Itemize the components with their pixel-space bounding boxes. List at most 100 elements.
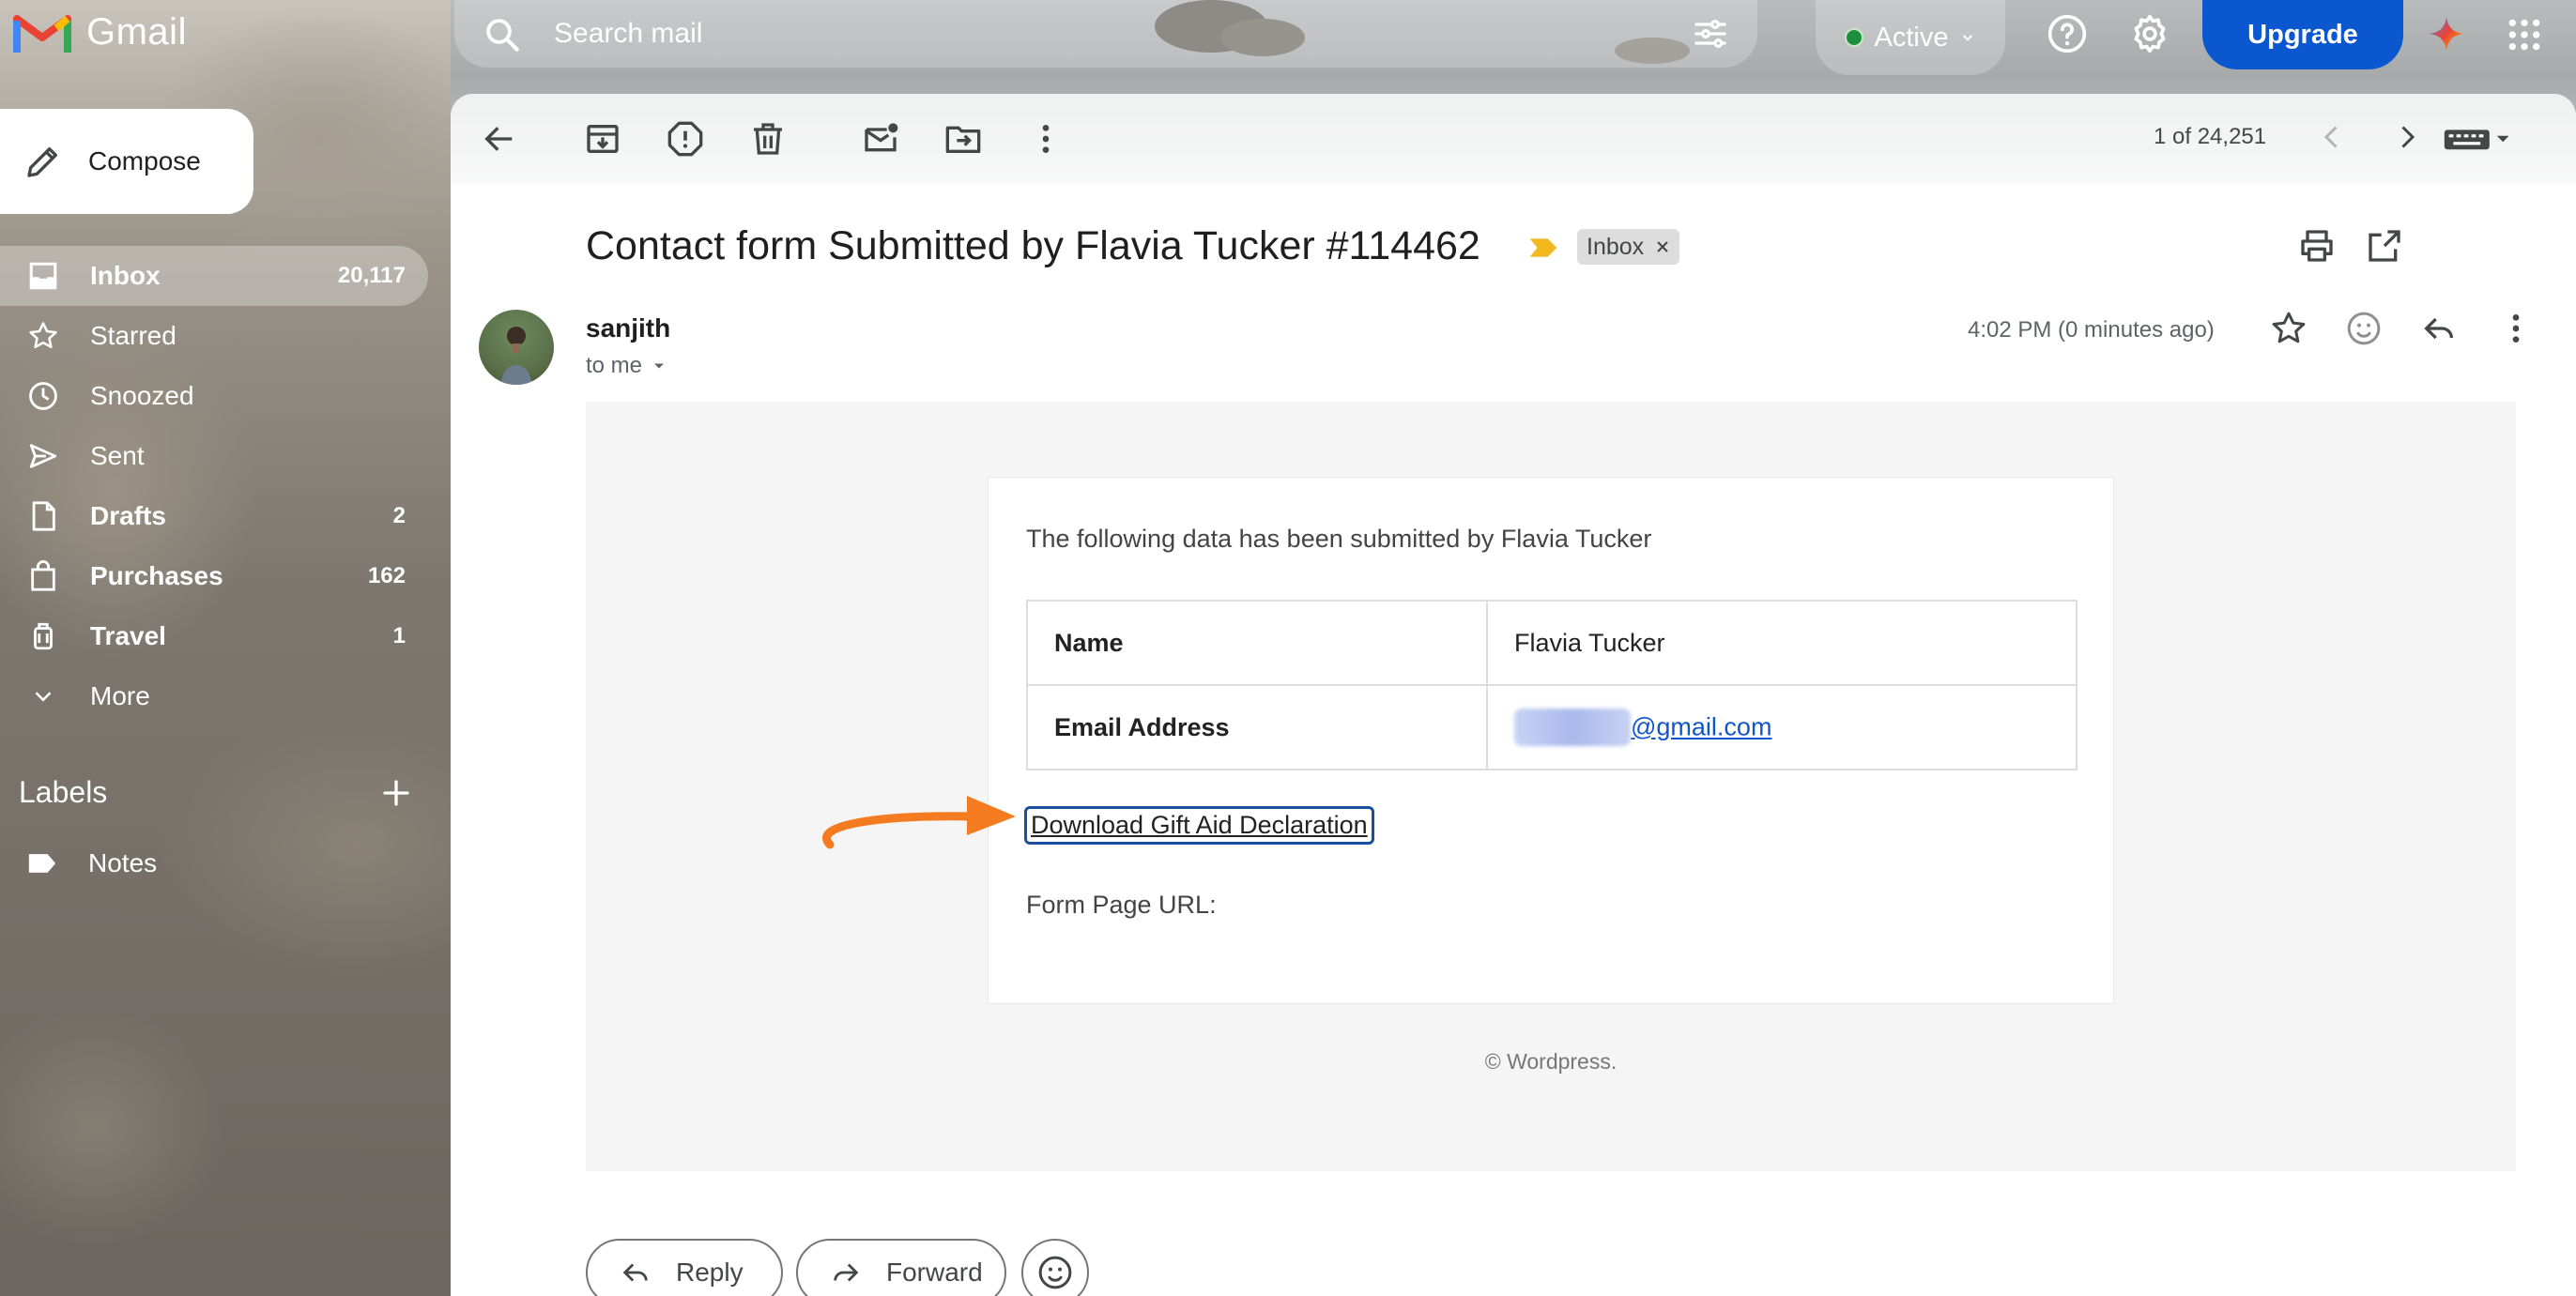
add-label-plus-icon[interactable]: [379, 776, 413, 810]
keyboard-input-icon[interactable]: [2443, 124, 2512, 154]
sidebar-label-notes[interactable]: Notes: [26, 848, 157, 878]
chevron-down-icon: [1963, 35, 1973, 41]
sidebar-item-label: More: [90, 681, 150, 710]
label-name: Notes: [88, 848, 158, 877]
mark-unread-icon[interactable]: [862, 120, 899, 158]
upgrade-button[interactable]: Upgrade: [2202, 0, 2403, 69]
compose-button[interactable]: Compose: [0, 109, 253, 214]
sidebar-item-count: 1: [392, 623, 406, 648]
status-dot-icon: [1844, 28, 1863, 47]
apps-grid-icon[interactable]: [2507, 17, 2542, 53]
reply-button[interactable]: Reply: [586, 1239, 783, 1296]
sidebar-item-label: Sent: [90, 441, 145, 470]
email-link[interactable]: @gmail.com: [1631, 713, 1771, 741]
report-spam-icon[interactable]: [667, 120, 704, 158]
email-content-card: The following data has been submitted by…: [988, 477, 2114, 1004]
star-icon[interactable]: [2270, 310, 2308, 347]
email-footer: © Wordpress.: [1484, 1049, 1618, 1074]
gemini-sparkle-icon[interactable]: [2428, 15, 2465, 53]
recipient-label: to me: [586, 353, 643, 378]
open-in-new-window-icon[interactable]: [2366, 227, 2403, 265]
inbox-icon: [26, 259, 60, 293]
sidebar-item-count: 20,117: [337, 263, 406, 288]
forward-arrow-icon: [834, 1263, 859, 1282]
help-icon[interactable]: [2047, 13, 2088, 54]
message-toolbar: 1 of 24,251: [451, 94, 2576, 184]
status-selector[interactable]: Active: [1816, 0, 2005, 75]
settings-gear-icon[interactable]: [2129, 13, 2170, 54]
search-icon[interactable]: [483, 15, 522, 54]
forward-button[interactable]: Forward: [796, 1239, 1006, 1296]
sidebar-item-snoozed[interactable]: Snoozed: [0, 366, 428, 426]
send-icon: [26, 439, 60, 473]
move-to-folder-icon[interactable]: [944, 120, 982, 158]
sidebar-item-label: Drafts: [90, 501, 166, 530]
table-key: Email Address: [1026, 684, 1488, 770]
sidebar-item-purchases[interactable]: Purchases 162: [0, 546, 428, 606]
emoji-reaction-icon[interactable]: [2345, 310, 2383, 347]
back-arrow-icon[interactable]: [481, 120, 518, 158]
inbox-label-chip: Inbox: [1577, 229, 1680, 265]
reply-arrow-icon[interactable]: [2420, 310, 2458, 347]
sender-avatar[interactable]: [479, 310, 554, 385]
app-name: Gmail: [86, 10, 187, 53]
email-body: The following data has been submitted by…: [586, 402, 2516, 1171]
remove-label-close-icon[interactable]: [1655, 239, 1670, 254]
sidebar-item-starred[interactable]: Starred: [0, 306, 428, 366]
search-options-icon[interactable]: [1692, 15, 1729, 53]
more-vertical-icon[interactable]: [2497, 310, 2535, 347]
gmail-m-icon: [13, 15, 71, 53]
sidebar-item-label: Purchases: [90, 561, 223, 590]
search-input[interactable]: [554, 13, 1549, 54]
labels-heading: Labels: [19, 775, 108, 809]
email-subject: Contact form Submitted by Flavia Tucker …: [586, 223, 1480, 268]
sidebar-item-count: 162: [367, 563, 406, 588]
annotation-arrow-icon: [822, 796, 1016, 849]
table-value: Flavia Tucker: [1486, 600, 2078, 686]
sidebar-item-label: Starred: [90, 321, 176, 350]
table-value-email: @gmail.com: [1486, 684, 2078, 770]
clock-icon: [26, 379, 60, 413]
delete-trash-icon[interactable]: [749, 120, 787, 158]
top-bar: Gmail Active Upgrade: [0, 0, 2576, 75]
luggage-icon: [26, 619, 60, 653]
sidebar-item-inbox[interactable]: Inbox 20,117: [0, 246, 428, 306]
draft-icon: [26, 499, 60, 533]
intro-text: The following data has been submitted by…: [1026, 525, 1652, 553]
sidebar-item-sent[interactable]: Sent: [0, 426, 428, 486]
reply-label: Reply: [676, 1258, 744, 1287]
print-icon[interactable]: [2298, 227, 2336, 265]
status-label: Active: [1874, 22, 1949, 53]
star-icon: [26, 319, 60, 353]
recipient-details[interactable]: to me: [586, 353, 668, 379]
caret-down-icon: [654, 363, 665, 369]
more-vertical-icon[interactable]: [1027, 120, 1065, 158]
labels-section-header: Labels: [19, 775, 413, 810]
shopping-bag-icon: [26, 559, 60, 593]
label-icon: [28, 854, 56, 873]
importance-marker-icon[interactable]: [1528, 236, 1558, 259]
submission-data-table: Name Flavia Tucker Email Address @gmail.…: [1026, 600, 2078, 770]
pager-count: 1 of 24,251: [2154, 124, 2267, 149]
previous-chevron-icon[interactable]: [2315, 120, 2349, 154]
archive-icon[interactable]: [584, 120, 621, 158]
next-chevron-icon[interactable]: [2390, 120, 2424, 154]
sender-name[interactable]: sanjith: [586, 313, 670, 343]
sidebar-item-label: Snoozed: [90, 381, 194, 410]
form-page-url-label: Form Page URL:: [1026, 891, 1217, 919]
sidebar-item-label: Travel: [90, 621, 166, 650]
message-panel: 1 of 24,251 Contact form Submitted by Fl…: [451, 94, 2576, 1296]
sidebar-item-travel[interactable]: Travel 1: [0, 606, 428, 666]
sidebar-nav: Inbox 20,117 Starred Snoozed Sent Drafts…: [0, 246, 428, 726]
download-gift-aid-link[interactable]: Download Gift Aid Declaration: [1024, 806, 1374, 845]
sidebar-item-drafts[interactable]: Drafts 2: [0, 486, 428, 546]
table-row: Email Address @gmail.com: [1026, 684, 2078, 770]
search-bar[interactable]: [454, 0, 1757, 68]
sidebar-item-more[interactable]: More: [0, 666, 428, 726]
sidebar-item-count: 2: [392, 503, 406, 528]
person-photo-icon: [501, 327, 531, 385]
table-row: Name Flavia Tucker: [1026, 600, 2078, 686]
chip-label: Inbox: [1587, 233, 1645, 260]
emoji-react-button[interactable]: [1021, 1239, 1089, 1296]
gmail-logo[interactable]: Gmail: [13, 9, 187, 54]
